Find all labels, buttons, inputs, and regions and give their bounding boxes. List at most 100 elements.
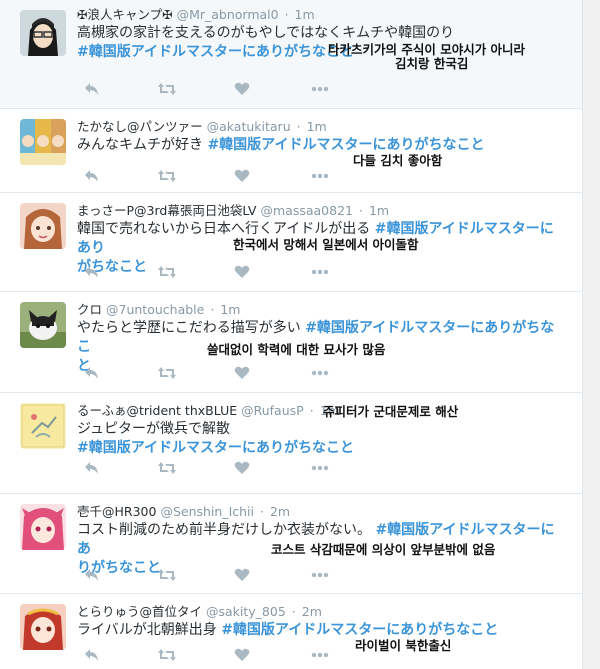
tweet-actions <box>81 364 341 382</box>
tweet-item[interactable]: ✠浪人キャンプ✠ @Mr_abnormal0 · 1m 高槻家の家計を支えるのが… <box>0 0 582 109</box>
display-name[interactable]: 壱千@HR300 <box>77 504 156 519</box>
timestamp[interactable]: 1m <box>295 7 315 22</box>
hashtag-link[interactable]: #韓国版アイドルマスターにありがちなこと <box>77 44 354 60</box>
reply-icon[interactable] <box>81 566 103 584</box>
tweet-content: とらりゅう@首位タイ @sakity_805 · 2m ライバルが北朝鮮出身 #… <box>77 603 567 640</box>
tweet-actions <box>81 459 341 477</box>
like-icon[interactable] <box>231 80 253 98</box>
hashtag-link[interactable]: #韓国版アイドルマスターにありがちなこと <box>221 622 498 638</box>
separator: · <box>291 604 296 619</box>
timestamp[interactable]: 2m <box>302 604 322 619</box>
timestamp[interactable]: 1m <box>369 203 389 218</box>
timestamp[interactable]: 1m <box>220 302 240 317</box>
separator: · <box>284 7 289 22</box>
tweet-text: ライバルが北朝鮮出身 #韓国版アイドルマスターにありがちなこと <box>77 621 567 640</box>
like-icon[interactable] <box>231 263 253 281</box>
reply-icon[interactable] <box>81 263 103 281</box>
reply-icon[interactable] <box>81 364 103 382</box>
tweet-item[interactable]: とらりゅう@首位タイ @sakity_805 · 2m ライバルが北朝鮮出身 #… <box>0 594 582 669</box>
timestamp[interactable]: 2m <box>270 504 290 519</box>
user-handle[interactable]: @7untouchable <box>106 302 204 317</box>
like-icon[interactable] <box>231 646 253 664</box>
tweet-body: ライバルが北朝鮮出身 <box>77 622 217 638</box>
more-icon[interactable] <box>309 263 331 281</box>
tweet-item[interactable]: まっさーP@3rd幕張両日池袋LV @massaa0821 · 1m 韓国で売れ… <box>0 193 582 292</box>
avatar[interactable] <box>20 302 66 348</box>
separator: · <box>358 203 363 218</box>
tweet-header: るーふぁ@trident thxBLUE @RufausP · 1m <box>77 402 567 420</box>
translation-caption: 라이벌이 북한출신 <box>355 638 452 653</box>
tweet-body: 高槻家の家計を支えるのがもやしではなくキムチや韓国のり <box>77 25 455 41</box>
tweet-text: ジュピターが徴兵で解散 #韓国版アイドルマスターにありがちなこと <box>77 420 567 458</box>
tweet-body: コスト削減のため前半身だけしか衣装がない。 <box>77 522 371 538</box>
tweet-item[interactable]: クロ @7untouchable · 1m やたらと学歴にこだわる描写が多い #… <box>0 292 582 393</box>
translation-caption: 다들 김치 좋아함 <box>353 153 443 168</box>
avatar[interactable] <box>20 203 66 249</box>
display-name[interactable]: たかなし@パンツァー <box>77 119 203 134</box>
display-name[interactable]: まっさーP@3rd幕張両日池袋LV <box>77 203 257 218</box>
tweet-text: みんなキムチが好き #韓国版アイドルマスターにありがちなこと <box>77 136 567 155</box>
reply-icon[interactable] <box>81 80 103 98</box>
tweet-item[interactable]: 壱千@HR300 @Senshin_Ichii · 2m コスト削減のため前半身… <box>0 494 582 594</box>
timestamp[interactable]: 1m <box>307 119 327 134</box>
more-icon[interactable] <box>309 646 331 664</box>
display-name[interactable]: ✠浪人キャンプ✠ <box>77 7 173 22</box>
tweet-header: まっさーP@3rd幕張両日池袋LV @massaa0821 · 1m <box>77 202 567 220</box>
more-icon[interactable] <box>309 566 331 584</box>
avatar[interactable] <box>20 604 66 650</box>
tweet-item[interactable]: たかなし@パンツァー @akatukitaru · 1m みんなキムチが好き #… <box>0 109 582 193</box>
reply-icon[interactable] <box>81 167 103 185</box>
avatar[interactable] <box>20 403 66 449</box>
timeline: ✠浪人キャンプ✠ @Mr_abnormal0 · 1m 高槻家の家計を支えるのが… <box>0 0 583 669</box>
display-name[interactable]: るーふぁ@trident thxBLUE <box>77 403 237 418</box>
retweet-icon[interactable] <box>156 80 178 98</box>
retweet-icon[interactable] <box>156 459 178 477</box>
hashtag-link[interactable]: #韓国版アイドルマスターにありがちなこと <box>77 440 354 456</box>
hashtag-link[interactable]: #韓国版アイドルマスターにありがちなこと <box>207 137 484 153</box>
translation-caption: 쥬피터가 군대문제로 해산 <box>323 404 459 419</box>
separator: · <box>259 504 264 519</box>
display-name[interactable]: クロ <box>77 302 102 317</box>
tweet-item[interactable]: るーふぁ@trident thxBLUE @RufausP · 1m ジュピター… <box>0 393 582 494</box>
tweet-actions <box>81 80 341 98</box>
more-icon[interactable] <box>309 167 331 185</box>
translation-caption: 쓸대없이 학력에 대한 묘사가 많음 <box>207 342 386 357</box>
tweet-body: 韓国で売れないから日本へ行くアイドルが出る <box>77 221 371 237</box>
more-icon[interactable] <box>309 364 331 382</box>
user-handle[interactable]: @massaa0821 <box>260 203 353 218</box>
avatar[interactable] <box>20 10 66 56</box>
retweet-icon[interactable] <box>156 167 178 185</box>
translation-caption: 코스트 삭감때문에 의상이 앞부분밖에 없음 <box>271 542 496 557</box>
like-icon[interactable] <box>231 167 253 185</box>
more-icon[interactable] <box>309 459 331 477</box>
like-icon[interactable] <box>231 364 253 382</box>
tweet-header: たかなし@パンツァー @akatukitaru · 1m <box>77 118 567 136</box>
user-handle[interactable]: @akatukitaru <box>207 119 291 134</box>
retweet-icon[interactable] <box>156 646 178 664</box>
separator: · <box>210 302 215 317</box>
user-handle[interactable]: @Mr_abnormal0 <box>177 7 279 22</box>
like-icon[interactable] <box>231 566 253 584</box>
reply-icon[interactable] <box>81 459 103 477</box>
tweet-actions <box>81 263 341 281</box>
tweet-actions <box>81 167 341 185</box>
retweet-icon[interactable] <box>156 566 178 584</box>
display-name[interactable]: とらりゅう@首位タイ <box>77 604 202 619</box>
translation-caption: 한국에서 망해서 일본에서 아이돌함 <box>233 237 419 252</box>
user-handle[interactable]: @Senshin_Ichii <box>160 504 254 519</box>
retweet-icon[interactable] <box>156 364 178 382</box>
more-icon[interactable] <box>309 80 331 98</box>
tweet-actions <box>81 566 341 584</box>
avatar[interactable] <box>20 119 66 165</box>
tweet-header: クロ @7untouchable · 1m <box>77 301 567 319</box>
retweet-icon[interactable] <box>156 263 178 281</box>
user-handle[interactable]: @sakity_805 <box>206 604 286 619</box>
tweet-body: やたらと学歴にこだわる描写が多い <box>77 320 301 336</box>
like-icon[interactable] <box>231 459 253 477</box>
scrollbar[interactable] <box>583 0 600 669</box>
tweet-content: たかなし@パンツァー @akatukitaru · 1m みんなキムチが好き #… <box>77 118 567 155</box>
user-handle[interactable]: @RufausP <box>241 403 304 418</box>
reply-icon[interactable] <box>81 646 103 664</box>
tweet-content: るーふぁ@trident thxBLUE @RufausP · 1m ジュピター… <box>77 402 567 458</box>
avatar[interactable] <box>20 504 66 550</box>
